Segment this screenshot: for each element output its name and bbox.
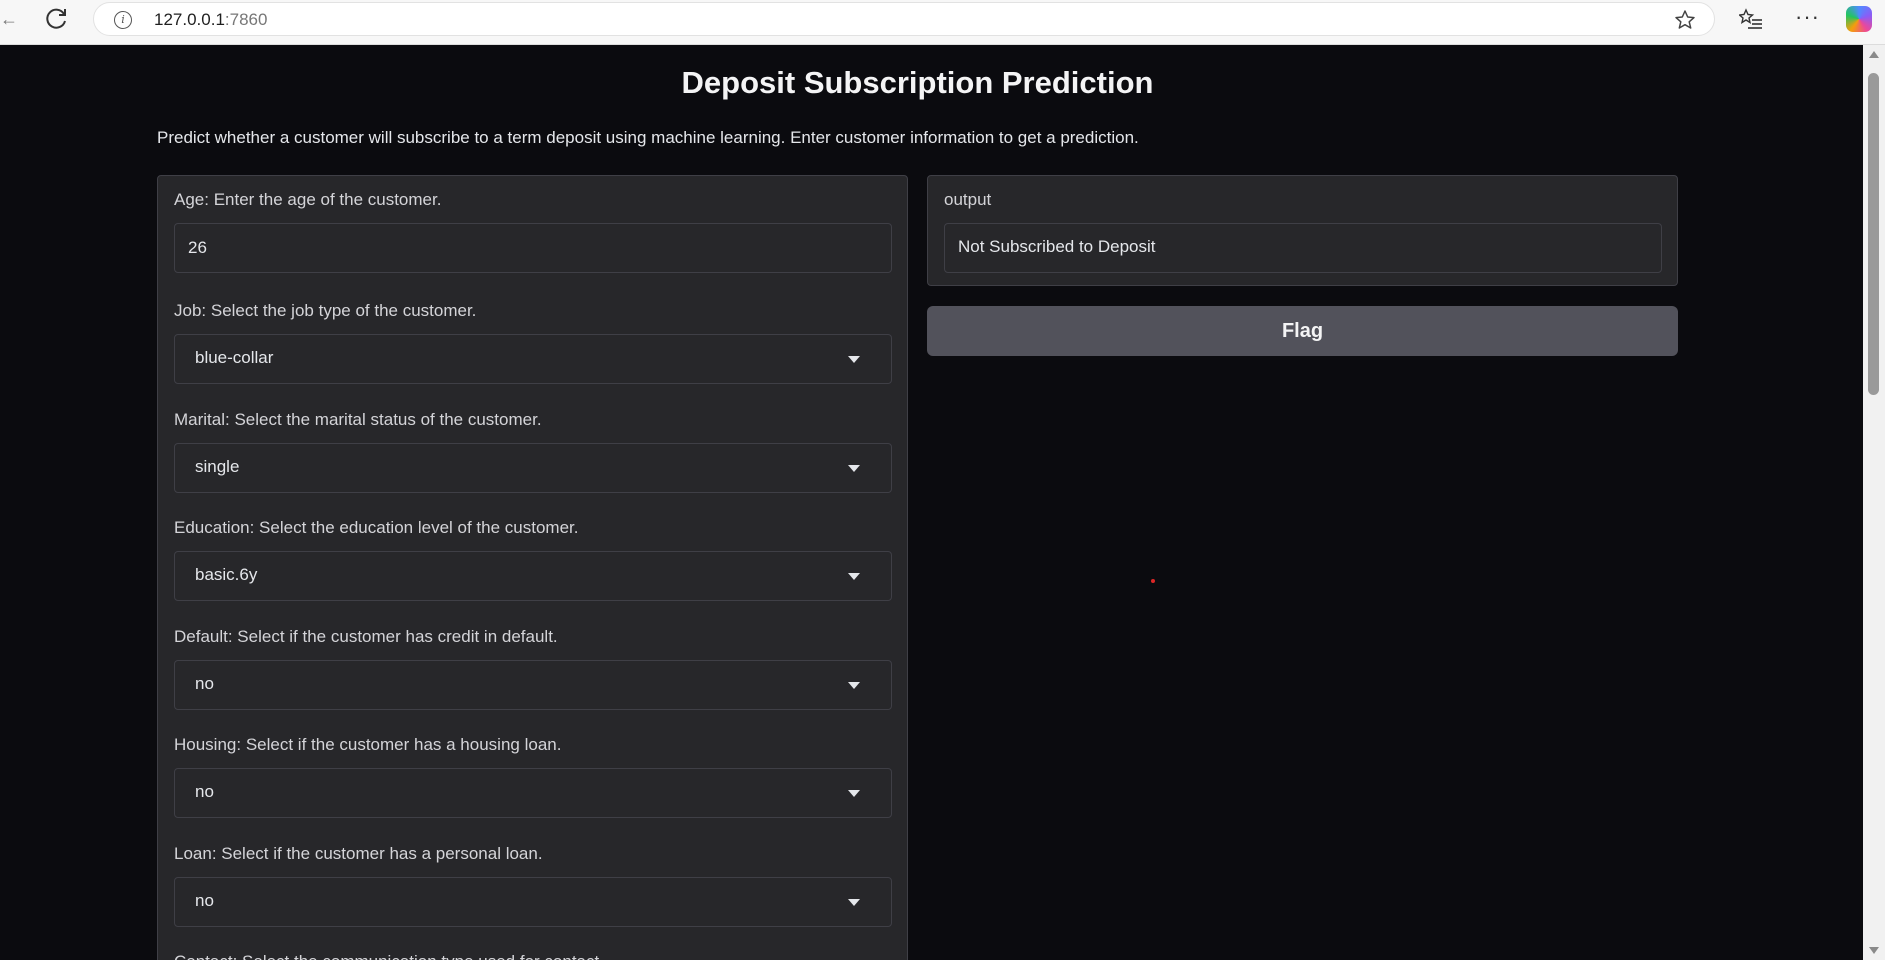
chevron-down-icon xyxy=(848,356,860,363)
reload-icon[interactable] xyxy=(44,6,70,32)
job-selected-value: blue-collar xyxy=(195,348,274,367)
page-description: Predict whether a customer will subscrib… xyxy=(157,128,1139,147)
loan-dropdown[interactable]: no xyxy=(174,877,892,927)
scroll-up-arrow-icon[interactable] xyxy=(1869,51,1879,58)
marital-label: Marital: Select the marital status of th… xyxy=(174,410,542,429)
default-selected-value: no xyxy=(195,674,214,693)
chevron-down-icon xyxy=(848,682,860,689)
education-label: Education: Select the education level of… xyxy=(174,518,579,537)
favorite-star-icon[interactable] xyxy=(1674,9,1696,31)
scrollbar-thumb[interactable] xyxy=(1868,73,1879,395)
output-label: output xyxy=(944,190,992,209)
contact-label: Contact: Select the communication type u… xyxy=(174,952,604,960)
more-options-icon[interactable]: ··· xyxy=(1795,4,1820,30)
cursor-dot xyxy=(1151,579,1155,583)
job-dropdown[interactable]: blue-collar xyxy=(174,334,892,384)
flag-button[interactable]: Flag xyxy=(927,306,1678,356)
loan-label: Loan: Select if the customer has a perso… xyxy=(174,844,543,863)
favorites-list-icon[interactable] xyxy=(1737,7,1763,31)
age-label: Age: Enter the age of the customer. xyxy=(174,190,442,209)
education-selected-value: basic.6y xyxy=(195,565,258,584)
housing-selected-value: no xyxy=(195,782,214,801)
housing-dropdown[interactable]: no xyxy=(174,768,892,818)
site-info-icon[interactable]: i xyxy=(114,11,132,29)
marital-dropdown[interactable]: single xyxy=(174,443,892,493)
url-text: 127.0.0.1:7860 xyxy=(154,10,267,30)
page-scrollbar[interactable] xyxy=(1863,45,1885,960)
marital-selected-value: single xyxy=(195,457,240,476)
page-title: Deposit Subscription Prediction xyxy=(681,65,1154,100)
job-label: Job: Select the job type of the customer… xyxy=(174,301,477,320)
default-dropdown[interactable]: no xyxy=(174,660,892,710)
copilot-icon[interactable] xyxy=(1846,6,1872,32)
chevron-down-icon xyxy=(848,465,860,472)
chevron-down-icon xyxy=(848,899,860,906)
housing-label: Housing: Select if the customer has a ho… xyxy=(174,735,562,754)
back-arrow-icon[interactable]: ← xyxy=(0,9,18,29)
input-panel: Age: Enter the age of the customer. 26 J… xyxy=(157,175,908,960)
default-label: Default: Select if the customer has cred… xyxy=(174,627,558,646)
url-host: 127.0.0.1 xyxy=(154,10,225,29)
loan-selected-value: no xyxy=(195,891,214,910)
chevron-down-icon xyxy=(848,573,860,580)
app-page: Deposit Subscription Prediction Predict … xyxy=(0,45,1863,960)
age-input[interactable]: 26 xyxy=(174,223,892,273)
address-bar[interactable]: i 127.0.0.1:7860 xyxy=(93,2,1715,36)
browser-toolbar: ← i 127.0.0.1:7860 ··· xyxy=(0,0,1885,45)
output-textbox[interactable]: Not Subscribed to Deposit xyxy=(944,223,1662,273)
output-panel: output Not Subscribed to Deposit xyxy=(927,175,1678,286)
url-port: :7860 xyxy=(224,10,268,29)
scroll-down-arrow-icon[interactable] xyxy=(1869,947,1879,954)
chevron-down-icon xyxy=(848,790,860,797)
education-dropdown[interactable]: basic.6y xyxy=(174,551,892,601)
